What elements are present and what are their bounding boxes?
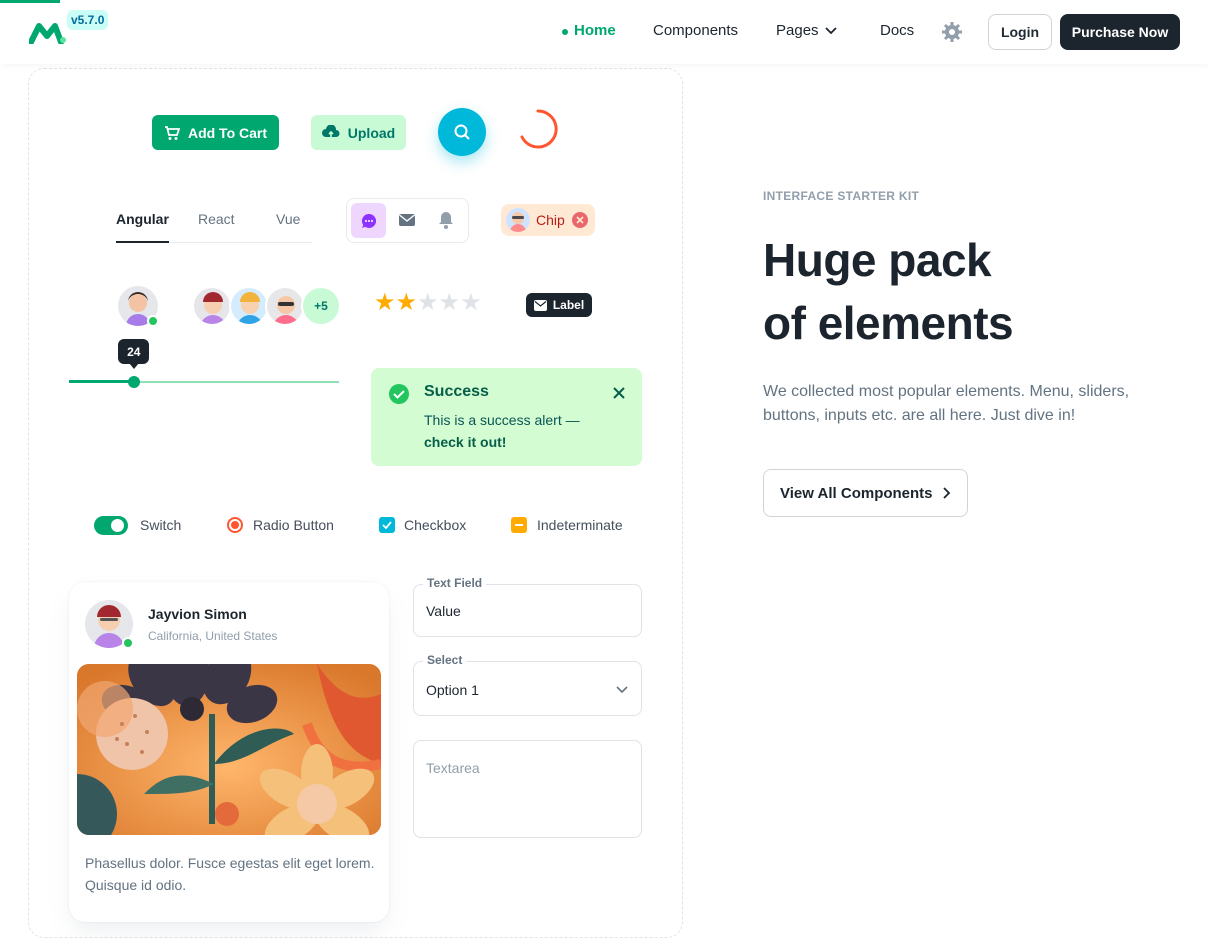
checkbox[interactable] [379,517,395,533]
tab-react[interactable]: React [198,211,235,227]
checkbox-label: Checkbox [404,517,467,533]
check-circle-icon [389,384,409,404]
login-button[interactable]: Login [988,14,1052,50]
group-avatar-3 [265,286,305,326]
view-all-components-button[interactable]: View All Components [763,469,968,517]
star-rating[interactable]: ★ ★ ★ ★ ★ [374,291,482,315]
chevron-right-icon [942,487,950,499]
chip-avatar [506,208,530,232]
cart-icon [164,125,180,140]
nav-docs[interactable]: Docs [880,22,914,39]
alert-text: This is a success alert — [424,412,580,428]
chevron-down-icon [616,686,628,694]
text-field-value: Value [426,603,461,619]
online-status-dot [147,315,159,327]
user-card: Jayvion Simon California, United States [69,582,389,922]
add-to-cart-button[interactable]: Add To Cart [152,115,279,150]
hero-title-line2: of elements [763,297,1014,349]
success-alert: Success This is a success alert — check … [371,368,642,466]
star-filled-icon[interactable]: ★ [396,291,418,315]
header: v5.7.0 Home Components Pages Docs Login … [0,0,1209,64]
hero-title-line1: Huge pack [763,234,992,286]
slider-value-tooltip: 24 [118,339,150,364]
indeterminate-checkbox[interactable] [511,517,527,533]
card-user-name[interactable]: Jayvion Simon [148,606,247,622]
star-empty-icon[interactable]: ★ [417,291,439,315]
text-field[interactable]: Value [413,584,642,637]
check-icon [382,521,392,529]
chip-close-icon[interactable] [572,212,588,228]
tab-indicator [116,241,169,243]
select-field[interactable]: Option 1 [413,661,642,716]
group-avatar-2 [229,286,269,326]
switch-label: Switch [140,517,182,533]
textarea-field[interactable]: Textarea [413,740,642,838]
radio-button[interactable] [227,517,243,533]
mail-icon [533,299,547,311]
card-description: Phasellus dolor. Fusce egestas elit eget… [85,855,375,893]
select-label: Select [423,653,467,667]
tab-vue[interactable]: Vue [276,211,300,227]
slider-track [69,380,134,383]
search-fab[interactable] [438,108,486,156]
mail-icon[interactable] [398,212,416,228]
indeterminate-label: Indeterminate [537,517,623,533]
star-empty-icon[interactable]: ★ [460,291,482,315]
chevron-down-icon [825,27,837,35]
text-field-label: Text Field [423,576,487,590]
nav-components[interactable]: Components [653,22,738,39]
purchase-button[interactable]: Purchase Now [1060,14,1180,50]
label-tag: Label [526,293,592,317]
chip-label: Chip [536,212,565,228]
upload-label: Upload [347,124,396,141]
gear-icon[interactable] [941,21,963,43]
chat-bubble-icon [361,213,376,228]
select-value: Option 1 [426,682,479,698]
add-to-cart-label: Add To Cart [187,124,268,141]
active-dot [562,29,568,35]
bell-icon[interactable] [438,211,454,229]
search-icon [454,124,470,140]
cloud-upload-icon [321,124,340,138]
switch-toggle[interactable] [94,516,128,535]
online-status-dot [122,637,134,649]
card-user-location: California, United States [148,629,278,643]
group-avatar-1 [192,286,232,326]
label-text: Label [552,298,585,312]
version-badge: v5.7.0 [67,10,109,30]
progress-line [0,0,60,3]
view-all-label: View All Components [780,484,933,502]
slider-thumb[interactable] [127,376,140,388]
logo-icon[interactable] [29,22,69,44]
hero-description: We collected most popular elements. Menu… [763,383,1130,424]
slider-tooltip-arrow [128,363,139,369]
nav-pages[interactable]: Pages [776,22,819,39]
nav-home[interactable]: Home [574,22,616,39]
radio-label: Radio Button [253,517,334,533]
chat-toggle[interactable] [351,203,386,238]
alert-title: Success [424,383,489,400]
loading-spinner-icon [520,109,558,149]
avatar-group-more[interactable]: +5 [301,286,341,326]
close-icon[interactable] [612,386,626,400]
icon-toggle-group [346,198,469,243]
star-filled-icon[interactable]: ★ [374,291,396,315]
chip[interactable]: Chip [501,204,595,236]
upload-button[interactable]: Upload [311,115,406,150]
hero-overline: INTERFACE STARTER KIT [763,189,920,203]
card-cover-image [77,664,381,835]
textarea-placeholder: Textarea [426,760,480,776]
tab-angular[interactable]: Angular [116,211,169,227]
alert-link-text[interactable]: check it out! [424,434,506,450]
star-empty-icon[interactable]: ★ [439,291,461,315]
